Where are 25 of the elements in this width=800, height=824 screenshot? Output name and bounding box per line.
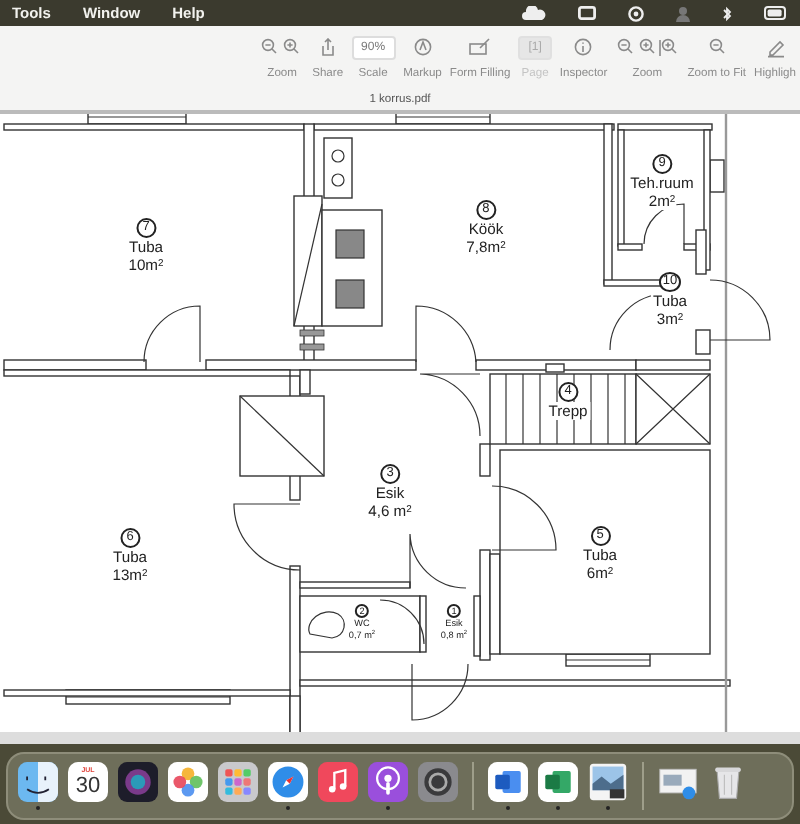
compass-icon[interactable] — [268, 762, 308, 802]
zoom-icons[interactable] — [615, 38, 680, 59]
document-icon[interactable] — [488, 762, 528, 802]
info-icon[interactable] — [574, 38, 593, 59]
display-icon[interactable] — [578, 6, 596, 20]
siri-orb-icon[interactable] — [118, 762, 158, 802]
photo-viewer-icon[interactable] — [588, 762, 628, 802]
share-icon[interactable] — [319, 38, 336, 59]
zoom-to-fit-icon[interactable] — [707, 38, 726, 59]
person-icon[interactable] — [676, 5, 690, 21]
podcast-icon[interactable] — [368, 762, 408, 802]
gear-icon[interactable] — [418, 762, 458, 802]
flower-icon[interactable] — [168, 762, 208, 802]
gauge-icon[interactable] — [628, 5, 644, 21]
app-grid-icon[interactable] — [218, 762, 258, 802]
cloud-icon[interactable] — [522, 6, 546, 20]
pencil-icon[interactable] — [765, 38, 786, 59]
form-filling-icon[interactable] — [468, 38, 493, 59]
markup-icon[interactable] — [413, 38, 432, 59]
calendar-day: 30 — [68, 774, 108, 800]
bluetooth-icon[interactable] — [722, 5, 732, 21]
battery-icon[interactable] — [764, 6, 788, 20]
finder-face-icon[interactable] — [18, 762, 58, 802]
music-note-icon[interactable] — [318, 762, 358, 802]
spreadsheet-icon[interactable] — [538, 762, 578, 802]
